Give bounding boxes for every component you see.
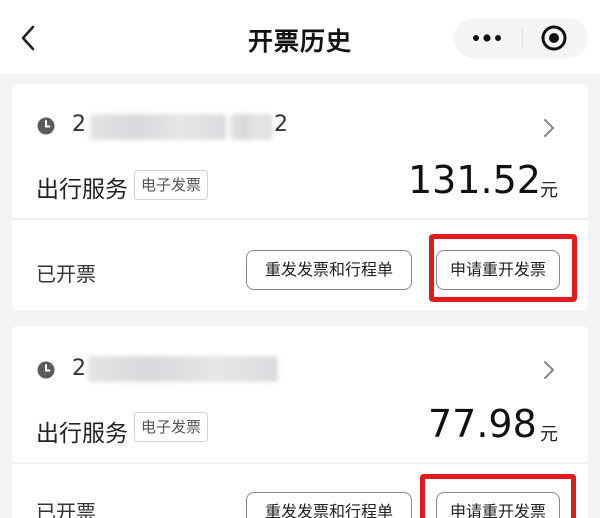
record-date-prefix: 2 — [72, 356, 86, 381]
blurred-date — [88, 356, 278, 382]
record-date-prefix: 2 — [72, 112, 86, 137]
resend-invoice-button[interactable]: 重发发票和行程单 — [246, 492, 412, 518]
highlight-box — [420, 474, 576, 518]
target-circle-icon — [541, 25, 567, 51]
invoice-status: 已开票 — [36, 500, 96, 518]
record-summary[interactable]: 2 出行服务 电子发票 77.98 元 — [12, 326, 588, 460]
divider — [12, 218, 588, 220]
clock-icon — [37, 361, 55, 379]
currency-unit: 元 — [540, 424, 558, 445]
blurred-date — [230, 114, 272, 140]
nav-bar: 开票历史 — [0, 0, 600, 74]
blurred-date — [90, 114, 226, 140]
invoice-amount: 77.98 — [428, 402, 537, 446]
divider — [12, 462, 588, 464]
more-dots-icon — [473, 34, 501, 42]
invoice-type-tag: 电子发票 — [134, 170, 209, 200]
invoice-status: 已开票 — [36, 262, 96, 286]
record-summary[interactable]: 2 2 出行服务 电子发票 131.52 元 — [12, 84, 588, 218]
clock-icon — [37, 117, 55, 135]
resend-invoice-button[interactable]: 重发发票和行程单 — [246, 250, 412, 290]
currency-unit: 元 — [540, 180, 558, 201]
chevron-right-icon[interactable] — [542, 360, 556, 380]
invoice-amount: 131.52 — [408, 158, 541, 202]
close-miniprogram-button[interactable] — [532, 20, 576, 56]
service-name: 出行服务 — [36, 421, 128, 447]
highlight-box — [429, 234, 577, 302]
chevron-right-icon[interactable] — [542, 118, 556, 138]
invoice-type-tag: 电子发票 — [134, 412, 209, 442]
more-button[interactable] — [462, 20, 512, 56]
capsule-divider — [522, 28, 523, 48]
service-name: 出行服务 — [36, 177, 128, 203]
record-date-suffix: 2 — [274, 112, 288, 137]
